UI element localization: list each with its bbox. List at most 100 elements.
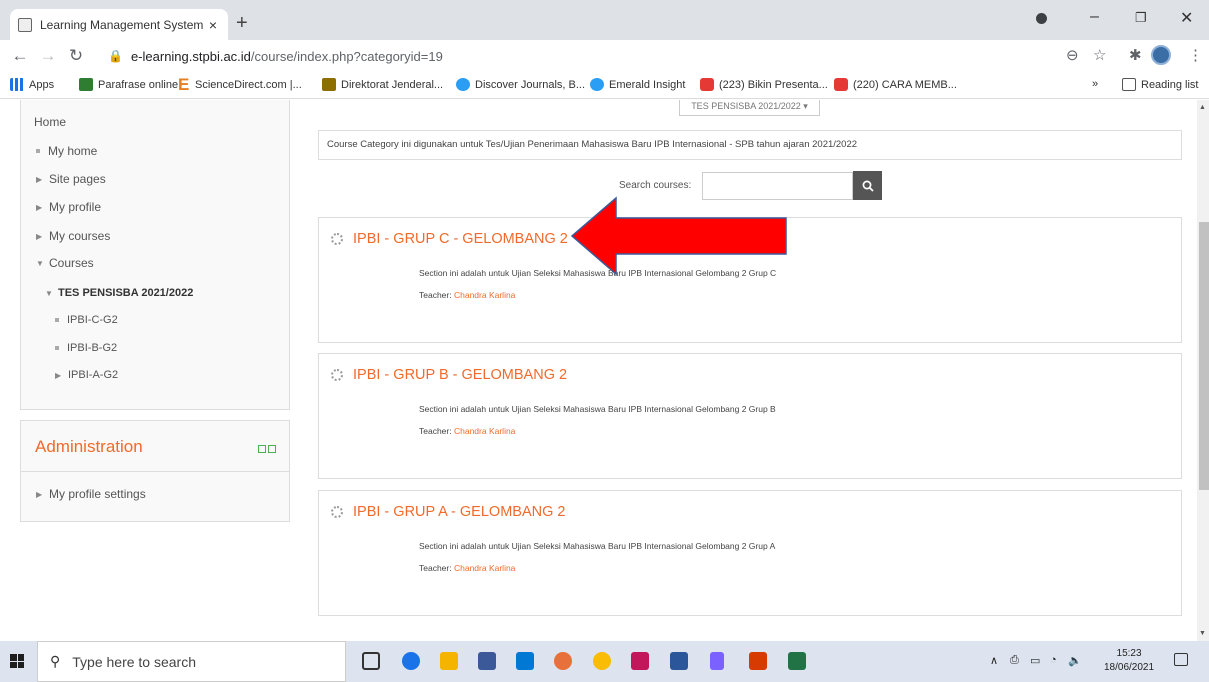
teacher-link[interactable]: Chandra Karlina — [454, 426, 515, 436]
app-slash-icon[interactable] — [710, 652, 724, 670]
bookmark-youtube-1[interactable]: (223) Bikin Presenta... — [700, 78, 828, 91]
sidebar-item-courses[interactable]: ▼ Courses — [36, 256, 94, 270]
sidebar-item-ipbi-b-g2[interactable]: IPBI-B-G2 — [55, 342, 117, 354]
minimize-icon[interactable]: – — [1090, 8, 1099, 26]
profile-avatar[interactable] — [1151, 45, 1171, 65]
expanded-arrow-icon: ▼ — [36, 258, 44, 268]
course-summary: Section ini adalah untuk Ujian Seleksi M… — [419, 404, 776, 414]
category-description: Course Category ini digunakan untuk Tes/… — [318, 130, 1182, 160]
collapsed-arrow-icon: ▶ — [36, 174, 43, 184]
word-icon[interactable] — [670, 652, 688, 670]
sidebar-item-my-home[interactable]: My home — [36, 144, 97, 158]
sidebar-item-label: IPBI-B-G2 — [67, 342, 118, 354]
teacher-label: Teacher: — [419, 563, 452, 573]
course-title-link[interactable]: IPBI - GRUP C - GELOMBANG 2 — [353, 231, 568, 247]
sidebar-item-label: IPBI-A-G2 — [68, 369, 119, 381]
annotation-arrow-icon — [570, 196, 787, 276]
bookmark-youtube-2[interactable]: (220) CARA MEMB... — [834, 78, 957, 91]
acrobat-icon[interactable] — [749, 652, 767, 670]
sidebar-item-ipbi-a-g2[interactable]: ▶ IPBI-A-G2 — [55, 369, 118, 381]
reload-icon[interactable]: ↻ — [62, 46, 90, 66]
bookmark-emerald[interactable]: Emerald Insight — [590, 78, 685, 91]
teacher-label: Teacher: — [419, 426, 452, 436]
course-teacher: Teacher: Chandra Karlina — [419, 290, 515, 300]
url-bar[interactable]: 🔒 e-learning.stpbi.ac.id /course/index.p… — [108, 44, 1088, 68]
wifi-icon[interactable]: ◔ — [1050, 654, 1057, 666]
category-select[interactable]: TES PENSISBA 2021/2022 ▾ — [679, 100, 820, 116]
sidebar-item-label: TES PENSISBA 2021/2022 — [58, 287, 194, 299]
bookmark-apps[interactable]: Apps — [10, 78, 54, 91]
forward-icon[interactable]: → — [34, 46, 62, 66]
extensions-icon[interactable]: ✱ — [1129, 46, 1142, 64]
new-tab-button[interactable]: + — [236, 12, 248, 35]
scroll-up-icon[interactable]: ▲ — [1199, 104, 1206, 111]
windows-start-icon[interactable] — [10, 654, 24, 668]
block-controls-icon[interactable] — [258, 445, 276, 454]
excel-icon[interactable] — [788, 652, 806, 670]
youtube-icon — [834, 78, 848, 91]
bookmark-label: ScienceDirect.com |... — [195, 78, 302, 91]
restore-icon[interactable]: ❐ — [1135, 10, 1147, 26]
sidebar-item-my-profile[interactable]: ▶ My profile — [36, 200, 101, 214]
search-icon: ⚲ — [50, 653, 61, 669]
bookmark-sciencedirect[interactable]: E ScienceDirect.com |... — [178, 76, 302, 93]
reading-list[interactable]: Reading list — [1122, 78, 1198, 91]
meet-now-icon[interactable]: ⎙ — [1010, 654, 1019, 667]
administration-block: Administration ▶ My profile settings — [20, 420, 290, 522]
my-profile-settings-label: My profile settings — [49, 487, 146, 501]
task-view-icon[interactable] — [362, 652, 380, 670]
sidebar-item-ipbi-c-g2[interactable]: IPBI-C-G2 — [55, 314, 118, 326]
teacher-label: Teacher: — [419, 290, 452, 300]
volume-icon[interactable]: 🔈 — [1068, 654, 1082, 667]
sidebar-item-tes-pensisba[interactable]: ▼ TES PENSISBA 2021/2022 — [45, 287, 193, 299]
back-icon[interactable]: ← — [6, 46, 34, 66]
close-window-icon[interactable]: ✕ — [1180, 8, 1193, 28]
notification-icon[interactable] — [1174, 653, 1188, 666]
battery-icon[interactable]: ▭ — [1030, 654, 1040, 667]
bookmarks-overflow[interactable]: » — [1092, 78, 1098, 90]
scrollbar-thumb[interactable] — [1199, 222, 1209, 490]
chrome-canary-icon[interactable] — [593, 652, 611, 670]
bookmark-dikti[interactable]: Direktorat Jenderal... — [322, 78, 443, 91]
sidebar-item-site-pages[interactable]: ▶ Site pages — [36, 172, 106, 186]
clock-time: 15:23 — [1116, 648, 1142, 659]
course-box-grup-b: IPBI - GRUP B - GELOMBANG 2 Section ini … — [318, 353, 1182, 479]
collapsed-arrow-icon: ▶ — [36, 202, 43, 212]
apps-grid-icon — [10, 78, 24, 91]
search-button[interactable] — [853, 171, 882, 200]
menu-icon[interactable]: ⋮ — [1188, 46, 1203, 64]
close-tab-icon[interactable]: × — [206, 17, 220, 33]
reading-list-icon — [1122, 78, 1136, 91]
teacher-link[interactable]: Chandra Karlina — [454, 563, 515, 573]
taskbar-search[interactable]: ⚲ Type here to search — [37, 641, 346, 682]
media-indicator-icon[interactable] — [1036, 13, 1047, 24]
bookmark-label: Emerald Insight — [609, 78, 686, 91]
collapsed-arrow-icon: ▶ — [36, 231, 43, 241]
discover-icon — [456, 78, 470, 91]
sidebar-item-label: My home — [48, 144, 98, 158]
course-title-link[interactable]: IPBI - GRUP B - GELOMBANG 2 — [353, 367, 567, 383]
mcafee-icon[interactable] — [631, 652, 649, 670]
my-profile-settings[interactable]: ▶ My profile settings — [36, 487, 146, 501]
zoom-icon[interactable]: ⊖ — [1066, 46, 1079, 64]
course-summary: Section ini adalah untuk Ujian Seleksi M… — [419, 541, 776, 551]
edge-icon[interactable] — [402, 652, 420, 670]
browser-tab[interactable]: Learning Management System ST × — [10, 9, 228, 40]
file-explorer-icon[interactable] — [440, 652, 458, 670]
youtube-icon — [700, 78, 714, 91]
bookmark-discover[interactable]: Discover Journals, B... — [456, 78, 585, 91]
teacher-link[interactable]: Chandra Karlina — [454, 290, 515, 300]
scroll-down-icon[interactable]: ▼ — [1199, 630, 1206, 637]
bookmark-parafrase[interactable]: Parafrase online — [79, 78, 178, 91]
chrome-icon[interactable] — [554, 652, 572, 670]
bookmark-label: (220) CARA MEMB... — [853, 78, 957, 91]
taskbar-clock[interactable]: 15:23 18/06/2021 — [1104, 647, 1154, 675]
sidebar-home[interactable]: Home — [34, 115, 66, 129]
tray-chevron-icon[interactable]: ∧ — [990, 654, 998, 667]
mail-icon[interactable] — [516, 652, 534, 670]
course-title-link[interactable]: IPBI - GRUP A - GELOMBANG 2 — [353, 504, 565, 520]
store-icon[interactable] — [478, 652, 496, 670]
sidebar-item-label: Courses — [49, 256, 94, 270]
bookmark-star-icon[interactable]: ☆ — [1093, 46, 1106, 64]
sidebar-item-my-courses[interactable]: ▶ My courses — [36, 229, 110, 243]
